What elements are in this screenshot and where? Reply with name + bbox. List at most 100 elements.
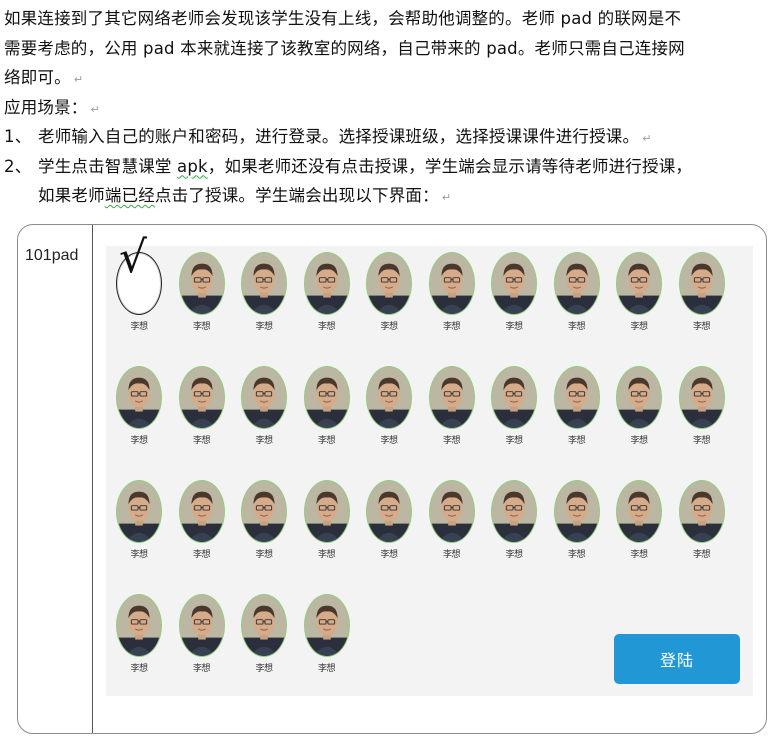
student-avatar	[303, 480, 350, 543]
student-card[interactable]: 李想	[178, 594, 227, 674]
student-card[interactable]: 李想	[116, 366, 164, 446]
heading-text: 应用场景：	[4, 97, 88, 117]
frame-divider	[92, 225, 93, 733]
student-avatar	[366, 252, 412, 315]
face-photo	[242, 367, 286, 428]
screenshot-frame: 101pad √ 李想 李想 李想 李想 李想 李想 李想 李想 李想 李想 李想 李想 李想 李想 李想 李想…	[17, 224, 767, 734]
student-card[interactable]: 李想	[303, 594, 352, 674]
student-card[interactable]: 李想	[678, 480, 727, 560]
student-name: 李想	[380, 550, 398, 560]
student-card[interactable]: 李想	[178, 480, 227, 560]
student-card[interactable]: 李想	[241, 252, 289, 332]
student-card[interactable]: 李想	[241, 366, 289, 446]
paragraph-text: 需要考虑的，公用 pad 本来就连接了该教室的网络，自己带来的 pad。老师只需…	[4, 38, 685, 58]
student-name: 李想	[630, 436, 648, 446]
student-card[interactable]: 李想	[303, 480, 352, 560]
student-card[interactable]: 李想	[491, 480, 539, 560]
student-avatar	[303, 594, 350, 657]
student-card[interactable]: √ 李想	[116, 236, 164, 332]
student-name: 李想	[380, 436, 398, 446]
student-avatar	[553, 480, 600, 543]
student-card[interactable]: 李想	[553, 480, 602, 560]
student-name: 李想	[317, 550, 336, 560]
face-photo	[242, 253, 286, 314]
student-card[interactable]: 李想	[116, 594, 164, 674]
student-name: 李想	[255, 664, 273, 674]
student-avatar	[428, 252, 475, 315]
face-photo	[304, 595, 349, 656]
student-avatar	[678, 480, 725, 543]
student-name: 李想	[317, 322, 336, 332]
student-card[interactable]: 李想	[616, 252, 664, 332]
student-card[interactable]: 李想	[366, 480, 414, 560]
student-avatar	[491, 480, 537, 543]
student-avatar	[241, 252, 287, 315]
face-photo	[242, 595, 286, 656]
student-card[interactable]: 李想	[428, 366, 477, 446]
student-avatar	[428, 366, 475, 429]
student-name: 李想	[255, 550, 273, 560]
face-photo	[117, 481, 161, 542]
student-name: 李想	[630, 550, 648, 560]
face-photo	[554, 253, 599, 314]
student-name: 李想	[692, 322, 711, 332]
student-card[interactable]: 李想	[366, 366, 414, 446]
list-item-text: ，如果老师还没有点击授课，学生端会显示请等待老师进行授课，	[207, 156, 693, 176]
student-card[interactable]: 李想	[366, 252, 414, 332]
student-name: 李想	[317, 436, 336, 446]
device-name: 101pad	[25, 247, 79, 264]
student-card[interactable]: 李想	[616, 480, 664, 560]
student-avatar	[366, 366, 412, 429]
paragraph-text: 如果连接到了其它网络老师会发现该学生没有上线，会帮助他调整的。老师 pad 的联…	[4, 9, 682, 28]
student-card[interactable]: 李想	[178, 366, 227, 446]
student-name: 李想	[567, 550, 586, 560]
student-card[interactable]: 李想	[553, 366, 602, 446]
student-card[interactable]: 李想	[553, 252, 602, 332]
student-card[interactable]: 李想	[428, 252, 477, 332]
student-name: 李想	[692, 436, 711, 446]
student-card[interactable]: 李想	[616, 366, 664, 446]
list-item-text: 点击了授课。学生端会出现以下界面：	[154, 186, 439, 205]
student-name: 李想	[130, 550, 148, 560]
student-name: 李想	[442, 436, 461, 446]
student-avatar	[678, 366, 725, 429]
face-photo	[242, 481, 286, 542]
student-card[interactable]: 李想	[241, 594, 289, 674]
student-name: 李想	[317, 664, 336, 674]
student-card[interactable]: 李想	[116, 480, 164, 560]
student-card[interactable]: 李想	[428, 480, 477, 560]
student-avatar	[491, 252, 537, 315]
student-name: 李想	[192, 550, 211, 560]
student-name: 李想	[255, 322, 273, 332]
paragraph-line: 如果连接到了其它网络老师会发现该学生没有上线，会帮助他调整的。老师 pad 的联…	[4, 4, 778, 34]
face-photo	[367, 481, 411, 542]
student-card[interactable]: 李想	[303, 252, 352, 332]
student-card[interactable]: 李想	[491, 366, 539, 446]
face-photo	[617, 481, 661, 542]
student-avatar	[241, 594, 287, 657]
student-card[interactable]: 李想	[678, 366, 727, 446]
student-panel: √ 李想 李想 李想 李想 李想 李想 李想 李想 李想 李想 李想 李想 李想 李想 李想 李想 李想 李想 李想李…	[106, 236, 753, 696]
student-card[interactable]: 李想	[491, 252, 539, 332]
student-card[interactable]: 李想	[178, 252, 227, 332]
student-name: 李想	[692, 550, 711, 560]
student-card[interactable]: 李想	[303, 366, 352, 446]
student-name: 李想	[130, 322, 148, 332]
face-photo	[554, 481, 599, 542]
face-photo	[492, 253, 536, 314]
student-avatar	[491, 366, 537, 429]
login-button[interactable]: 登陆	[614, 634, 740, 684]
student-card[interactable]: 李想	[241, 480, 289, 560]
face-photo	[304, 367, 349, 428]
face-photo	[617, 253, 661, 314]
student-name: 李想	[630, 322, 648, 332]
student-card[interactable]: 李想	[678, 252, 727, 332]
face-photo	[554, 367, 599, 428]
face-photo	[679, 253, 724, 314]
face-photo	[179, 367, 224, 428]
face-photo	[429, 367, 474, 428]
face-photo	[117, 595, 161, 656]
student-name: 李想	[192, 664, 211, 674]
student-name: 李想	[567, 436, 586, 446]
list-item-text: 学生点击智慧课堂	[38, 156, 178, 176]
